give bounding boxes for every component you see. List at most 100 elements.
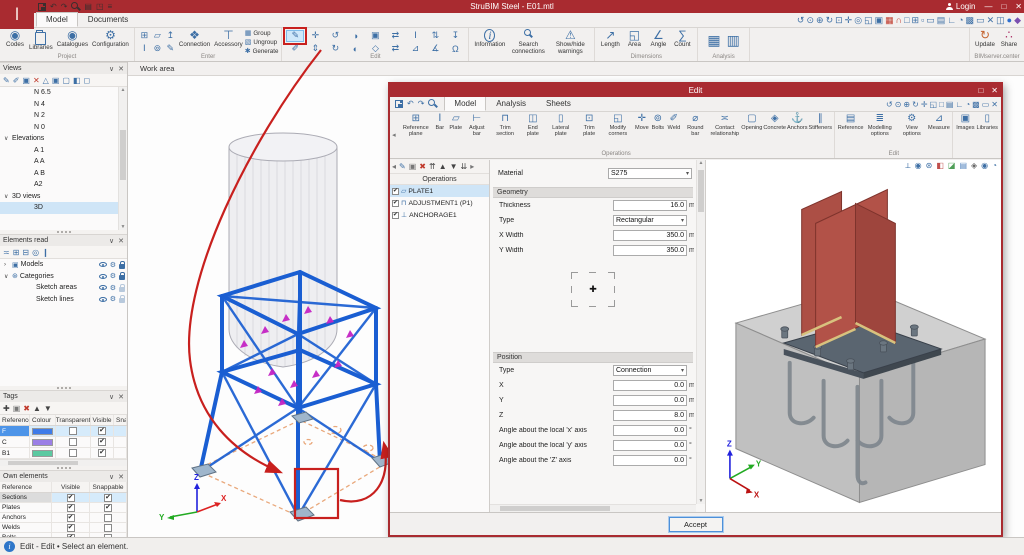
ribbon-button[interactable]: i Information bbox=[472, 29, 507, 55]
view-toolbar-icon[interactable]: ▭ bbox=[976, 14, 985, 27]
views-scrollbar[interactable]: ▲▼ bbox=[118, 87, 127, 230]
viewer-toolbar-icon[interactable]: ◪ bbox=[948, 161, 956, 171]
views-toolbar-icon[interactable]: ◻ bbox=[84, 76, 91, 85]
maximize-button[interactable]: □ bbox=[1001, 2, 1006, 11]
dialog-qat-icon[interactable] bbox=[428, 99, 437, 108]
properties-vscrollbar[interactable]: ▲▼ bbox=[696, 160, 705, 504]
dialog-ribbon-button[interactable]: ⊢ Adjust bar bbox=[464, 113, 490, 137]
ribbon-button[interactable]: ⚠ Show/hide warnings bbox=[549, 29, 591, 55]
view-tree-item[interactable]: A2 bbox=[0, 179, 118, 191]
property-field[interactable]: 0.0 ▾ bbox=[613, 455, 687, 466]
qat-icon[interactable]: ↶ bbox=[50, 2, 57, 12]
view-toolbar-icon[interactable]: ▦ bbox=[885, 14, 894, 27]
view-toolbar-icon[interactable]: ↺ bbox=[797, 14, 805, 27]
ribbon-button[interactable]: ◉ Codes bbox=[3, 29, 27, 52]
ribbon-button[interactable]: Search connections bbox=[507, 29, 549, 55]
ribbon-button[interactable]: ↻ Update bbox=[973, 29, 997, 49]
snappable-checkbox[interactable] bbox=[104, 504, 112, 512]
dialog-ribbon-button[interactable]: ▯ Lateral plate bbox=[545, 113, 576, 137]
edit-tool[interactable]: ◑ bbox=[346, 30, 364, 42]
dialog-ribbon-button[interactable]: ⊿ Measure bbox=[928, 113, 951, 137]
gear-icon[interactable]: ⚙ bbox=[110, 272, 116, 280]
ribbon-button[interactable]: Libraries bbox=[27, 29, 55, 52]
dialog-view-toolbar-icon[interactable]: ✕ bbox=[991, 98, 998, 111]
close-button[interactable]: ✕ bbox=[1015, 2, 1022, 11]
tag-colour-cell[interactable] bbox=[30, 437, 56, 447]
ribbon-tab[interactable]: Documents bbox=[78, 12, 138, 27]
eye-icon[interactable] bbox=[99, 274, 107, 279]
view-toolbar-icon[interactable]: ⊙ bbox=[806, 14, 814, 27]
expand-arrow[interactable]: ∨ bbox=[4, 193, 12, 200]
edit-tool[interactable]: ⇕ bbox=[306, 43, 324, 55]
edit-tool[interactable]: ✛ bbox=[306, 30, 324, 42]
edit-tool[interactable]: ∡ bbox=[426, 43, 444, 55]
transparent-checkbox[interactable] bbox=[69, 427, 77, 435]
view-toolbar-icon[interactable]: ▣ bbox=[875, 14, 884, 27]
operations-toolbar-icon[interactable]: ▣ bbox=[409, 162, 417, 171]
dialog-view-toolbar-icon[interactable]: ▤ bbox=[946, 98, 954, 111]
analysis-tool[interactable]: ▦ bbox=[707, 32, 720, 49]
dialog-tab[interactable]: Model bbox=[444, 96, 486, 111]
visible-checkbox[interactable] bbox=[98, 449, 106, 457]
property-field[interactable]: Rectangular ▾ bbox=[613, 215, 687, 226]
tags-hscrollbar[interactable] bbox=[0, 459, 127, 466]
views-toolbar-icon[interactable]: ✎ bbox=[3, 76, 10, 85]
operation-checkbox[interactable] bbox=[392, 188, 399, 195]
anchor-position-widget[interactable]: ✚ bbox=[565, 268, 621, 310]
expand-arrow[interactable]: › bbox=[4, 262, 12, 268]
dialog-close-button[interactable]: ✕ bbox=[991, 84, 998, 97]
dialog-ribbon-button[interactable]: ◫ End plate bbox=[521, 113, 546, 137]
dialog-ribbon-button[interactable]: ▯ Libraries bbox=[976, 113, 999, 131]
dialog-ribbon-button[interactable]: ◈ Concrete bbox=[763, 113, 787, 137]
login-button[interactable]: Login bbox=[946, 2, 976, 11]
dialog-ribbon-button[interactable]: ≣ Modelling options bbox=[864, 113, 896, 137]
tags-toolbar-icon[interactable]: ▼ bbox=[44, 404, 52, 413]
stack-button[interactable]: ▧ Ungroup bbox=[245, 38, 279, 46]
connection-3d-view[interactable]: ⟂◉⊛◧◪▤◈◉◔ bbox=[706, 160, 1001, 512]
close-icon[interactable]: ✕ bbox=[118, 393, 124, 401]
edit-tool[interactable]: ✎ bbox=[286, 30, 304, 42]
element-tree-item[interactable]: ∨ ⊛ Categories ⚙ bbox=[0, 271, 127, 283]
edit-tool[interactable]: Ⅰ bbox=[406, 30, 424, 42]
view-toolbar-icon[interactable]: ▤ bbox=[937, 14, 946, 27]
elements-toolbar-icon[interactable]: ◎ bbox=[32, 248, 39, 257]
visible-checkbox[interactable] bbox=[67, 514, 75, 522]
ribbon-button[interactable]: ∴ Share bbox=[997, 29, 1021, 49]
qat-icon[interactable]: ▤ bbox=[84, 2, 92, 12]
dialog-ribbon-button[interactable]: Ⅰ Bar bbox=[432, 113, 448, 137]
snappable-checkbox[interactable] bbox=[104, 514, 112, 522]
visible-checkbox[interactable] bbox=[67, 504, 75, 512]
elements-toolbar-icon[interactable]: ≍ bbox=[3, 248, 10, 257]
views-toolbar-icon[interactable]: △ bbox=[43, 76, 49, 85]
view-toolbar-icon[interactable]: ◆ bbox=[1014, 14, 1021, 27]
property-field[interactable]: 16.0 ▾ bbox=[613, 200, 687, 211]
viewer-toolbar-icon[interactable]: ⊛ bbox=[926, 161, 933, 171]
viewer-toolbar-icon[interactable]: ◔ bbox=[992, 161, 997, 171]
viewer-toolbar-icon[interactable]: ⟂ bbox=[905, 161, 910, 171]
visible-checkbox[interactable] bbox=[67, 524, 75, 532]
anchor-center-icon[interactable]: ✚ bbox=[589, 284, 597, 295]
dialog-ribbon-button[interactable]: ▣ Images bbox=[955, 113, 975, 131]
qat-icon[interactable] bbox=[38, 3, 46, 11]
view-toolbar-icon[interactable]: ⊡ bbox=[835, 14, 843, 27]
dialog-ribbon-button[interactable]: ⊡ Trim plate bbox=[576, 113, 601, 137]
edit-tool[interactable]: ◐ bbox=[346, 43, 364, 55]
minimize-button[interactable]: — bbox=[984, 2, 992, 11]
dialog-view-toolbar-icon[interactable]: □ bbox=[939, 98, 944, 111]
view-toolbar-icon[interactable]: ▩ bbox=[966, 14, 975, 27]
lock-icon[interactable] bbox=[119, 275, 125, 280]
tag-row[interactable]: B1 bbox=[0, 448, 127, 459]
expand-arrow[interactable]: ∨ bbox=[4, 135, 12, 142]
operation-checkbox[interactable] bbox=[392, 200, 399, 207]
views-toolbar-icon[interactable]: ▣ bbox=[52, 76, 60, 85]
edit-tool[interactable]: Ω bbox=[446, 43, 464, 55]
qat-icon[interactable]: ↷ bbox=[61, 2, 68, 12]
eye-icon[interactable] bbox=[99, 285, 107, 290]
views-toolbar-icon[interactable]: ◧ bbox=[73, 76, 81, 85]
lock-icon[interactable] bbox=[119, 298, 125, 303]
elements-toolbar-icon[interactable]: ⊞ bbox=[13, 248, 20, 257]
dialog-view-toolbar-icon[interactable]: ✛ bbox=[921, 98, 928, 111]
view-toolbar-icon[interactable]: ◎ bbox=[854, 14, 862, 27]
close-icon[interactable]: ✕ bbox=[118, 473, 124, 481]
dialog-ribbon-button[interactable]: ✐ Weld bbox=[666, 113, 682, 137]
